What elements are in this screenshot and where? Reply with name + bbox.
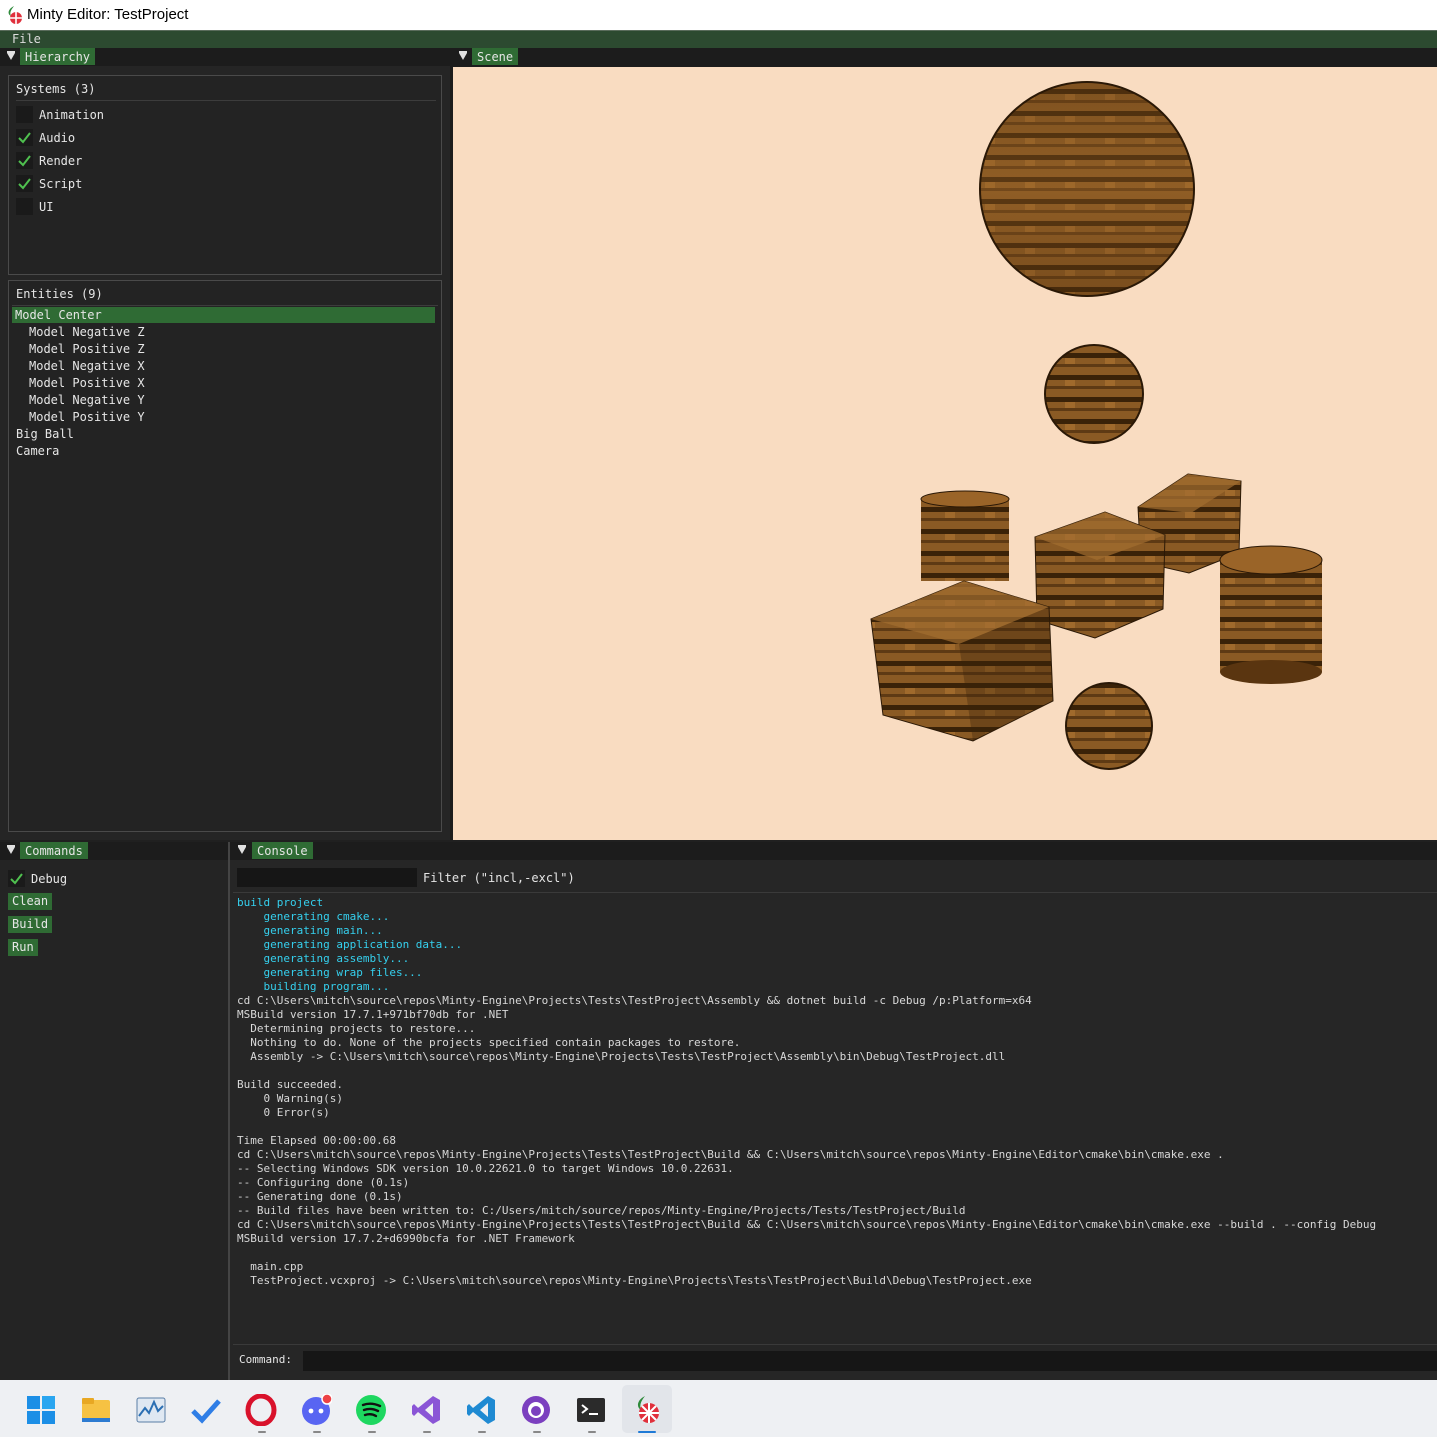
- debug-checkbox[interactable]: [8, 870, 25, 887]
- checkmark-icon: [18, 132, 31, 144]
- system-label: Render: [39, 154, 83, 168]
- system-label: Audio: [39, 131, 76, 145]
- running-indicator: [258, 1431, 266, 1433]
- discord-icon[interactable]: [300, 1394, 332, 1426]
- entity-item[interactable]: Model Center: [12, 307, 435, 323]
- command-input[interactable]: [303, 1351, 1437, 1371]
- scene-panel: Scene: [450, 48, 1437, 840]
- spotify-icon[interactable]: [355, 1394, 387, 1426]
- command-label: Command:: [239, 1353, 292, 1366]
- windows-start-icon[interactable]: [25, 1394, 57, 1426]
- tab-scene[interactable]: Scene: [472, 48, 519, 65]
- hierarchy-tab-row: Hierarchy: [0, 48, 450, 66]
- tab-console[interactable]: Console: [252, 842, 313, 859]
- debug-label: Debug: [31, 872, 68, 886]
- system-checkbox[interactable]: [16, 198, 33, 215]
- todo-icon[interactable]: [190, 1394, 222, 1426]
- running-indicator: [533, 1431, 541, 1433]
- collapse-arrow-icon[interactable]: [459, 51, 467, 60]
- commands-tab-row: Commands: [0, 842, 228, 860]
- scene-render: [870, 81, 1323, 770]
- menu-file[interactable]: File: [12, 32, 41, 46]
- running-indicator: [588, 1431, 596, 1433]
- entity-item[interactable]: Model Negative Z: [9, 324, 145, 340]
- tab-hierarchy[interactable]: Hierarchy: [20, 48, 96, 65]
- collapse-arrow-icon[interactable]: [238, 845, 246, 854]
- system-checkbox[interactable]: [16, 106, 33, 123]
- entities-box: Entities (9) Model Center Model Negative …: [8, 280, 442, 832]
- entities-header: Entities (9): [16, 287, 103, 301]
- console-panel: Console Filter ("incl,-excl") Command:: [228, 842, 1437, 1380]
- clean-button[interactable]: Clean: [8, 893, 53, 910]
- collapse-arrow-icon[interactable]: [7, 51, 15, 60]
- entity-item[interactable]: Model Positive Z: [9, 341, 145, 357]
- running-indicator: [313, 1431, 321, 1433]
- model-sphere: [1065, 682, 1153, 770]
- terminal-icon[interactable]: [575, 1394, 607, 1426]
- entity-item[interactable]: Big Ball: [9, 426, 74, 442]
- window-title: Minty Editor: TestProject: [27, 6, 189, 23]
- filter-label: Filter ("incl,-excl"): [423, 871, 575, 885]
- system-label: Animation: [39, 108, 105, 122]
- opera-icon[interactable]: [245, 1394, 277, 1426]
- scene-tab-row: Scene: [450, 48, 1437, 66]
- divider: [233, 1344, 1437, 1345]
- divider: [16, 100, 436, 101]
- system-checkbox[interactable]: [16, 175, 33, 192]
- github-desktop-icon[interactable]: [520, 1394, 552, 1426]
- model-barrel: [920, 490, 1010, 581]
- system-checkbox[interactable]: [16, 129, 33, 146]
- model-sphere: [1044, 344, 1144, 444]
- minty-logo-icon: [8, 6, 22, 24]
- collapse-arrow-icon[interactable]: [7, 845, 15, 854]
- run-button[interactable]: Run: [8, 939, 38, 956]
- build-button[interactable]: Build: [8, 916, 53, 933]
- vscode-icon[interactable]: [465, 1394, 497, 1426]
- system-label: UI: [39, 200, 54, 214]
- entity-item[interactable]: Model Positive Y: [9, 409, 145, 425]
- resource-monitor-icon[interactable]: [135, 1394, 167, 1426]
- title-bar: Minty Editor: TestProject: [0, 0, 1437, 30]
- commands-panel: Commands Debug Clean Build Run: [0, 842, 228, 1380]
- running-indicator: [478, 1431, 486, 1433]
- entity-item[interactable]: Camera: [9, 443, 59, 459]
- file-explorer-icon[interactable]: [80, 1394, 112, 1426]
- big-ball-sphere: [979, 81, 1195, 297]
- model-crate: [870, 580, 1054, 742]
- hierarchy-panel: Hierarchy Systems (3) Animation Audio Rend…: [0, 48, 450, 840]
- tab-commands[interactable]: Commands: [20, 842, 88, 859]
- console-tab-row: Console: [230, 842, 1437, 860]
- entity-item[interactable]: Model Negative Y: [9, 392, 145, 408]
- system-label: Script: [39, 177, 83, 191]
- entity-item[interactable]: Model Positive X: [9, 375, 145, 391]
- visual-studio-icon[interactable]: [410, 1394, 442, 1426]
- model-crate: [1034, 511, 1166, 639]
- checkmark-icon: [18, 178, 31, 190]
- scene-viewport[interactable]: [453, 67, 1437, 840]
- divider: [12, 305, 438, 306]
- divider: [233, 892, 1437, 893]
- system-checkbox[interactable]: [16, 152, 33, 169]
- checkmark-icon: [10, 873, 23, 885]
- minty-editor-icon[interactable]: [631, 1394, 663, 1426]
- systems-box: Systems (3) Animation Audio Render Script UI: [8, 75, 442, 275]
- model-barrel: [1219, 545, 1323, 684]
- checkmark-icon: [18, 155, 31, 167]
- systems-header: Systems (3): [16, 82, 96, 96]
- running-indicator: [368, 1431, 376, 1433]
- menu-bar: File: [0, 30, 1437, 48]
- running-indicator: [423, 1431, 431, 1433]
- entity-item[interactable]: Model Negative X: [9, 358, 145, 374]
- console-filter-input[interactable]: [237, 868, 417, 887]
- active-indicator: [638, 1431, 656, 1433]
